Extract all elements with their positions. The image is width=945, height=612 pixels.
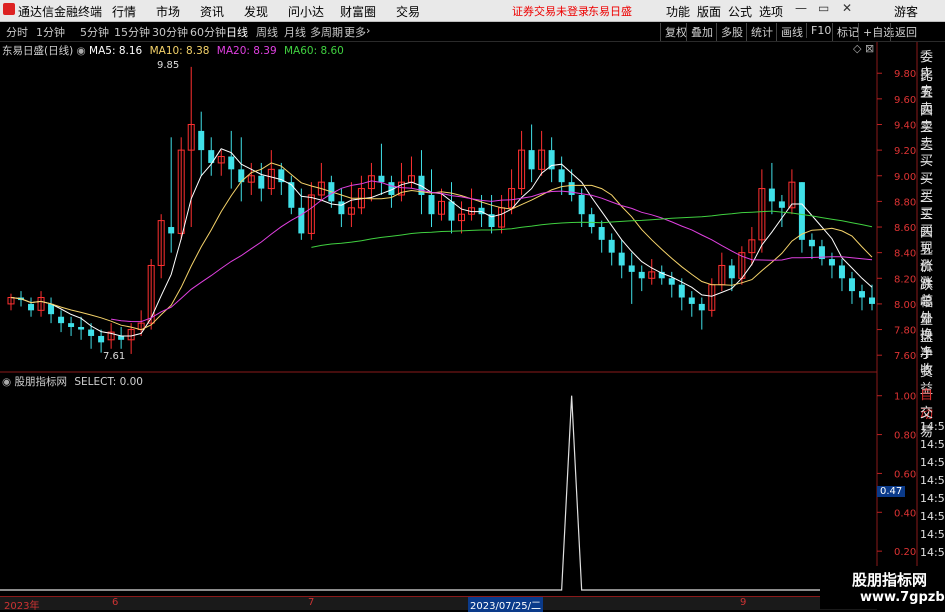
candle-body xyxy=(698,303,705,311)
candle-body xyxy=(78,326,85,330)
candle-body xyxy=(598,227,605,240)
candle-body xyxy=(798,182,805,240)
candle-body xyxy=(558,169,565,183)
trade-tick-label: 14:56 xyxy=(920,474,945,487)
candle-body xyxy=(98,335,105,343)
tick-july: 7 xyxy=(308,597,315,608)
trade-tick-label: 14:56 xyxy=(920,420,945,433)
candle-body xyxy=(808,239,815,247)
candle-body xyxy=(68,323,75,327)
candle-body xyxy=(568,182,575,195)
candle-body xyxy=(728,265,735,279)
candle-body xyxy=(228,156,235,170)
high-annotation: 9.85 xyxy=(157,60,180,71)
chart-frame xyxy=(0,42,918,609)
candle-body xyxy=(88,329,95,336)
price-tick: 8.20 xyxy=(894,274,916,285)
trade-tick-label: 14:56 xyxy=(920,456,945,469)
candle-body xyxy=(768,188,775,202)
quote-panel: 委比 卖五 卖四 卖三 卖二 卖一 买一 买二 买三 买四 买五 现价 涨跌 涨幅 总量 外盘 换手 净资 收益 自动… xyxy=(918,42,945,609)
ma10-line xyxy=(10,162,873,331)
trade-tick-label: 14:56 xyxy=(920,546,945,559)
candle-body xyxy=(618,252,625,266)
candle-body xyxy=(828,259,835,266)
candle-body xyxy=(868,297,875,304)
trade-tick-label: 14:56 xyxy=(920,510,945,523)
price-tick: 9.20 xyxy=(894,146,916,157)
indicator-tick: 0.80 xyxy=(894,431,916,442)
candle-body xyxy=(678,284,685,298)
candles xyxy=(7,66,875,354)
candle-body xyxy=(58,316,65,324)
ma-lines xyxy=(10,148,873,337)
candle-body xyxy=(198,130,205,151)
candle-body xyxy=(608,239,615,253)
tick-year: 2023年 xyxy=(4,601,40,612)
watermark-url: www.7gpzb.com xyxy=(860,590,945,605)
candle-body xyxy=(778,201,785,208)
price-tick: 9.80 xyxy=(894,69,916,80)
indicator-tick: 0.40 xyxy=(894,508,916,519)
candle-body xyxy=(668,278,675,285)
indicator-cursor-value: 0.47 xyxy=(877,486,906,497)
watermark: 股朋指标网 www.7gpzb.com xyxy=(820,566,945,609)
price-tick: 9.60 xyxy=(894,95,916,106)
candle-body xyxy=(838,265,845,279)
price-tick: 8.80 xyxy=(894,197,916,208)
candle-body xyxy=(688,297,695,304)
price-tick: 8.60 xyxy=(894,223,916,234)
cursor-date: 2023/07/25/二 xyxy=(468,597,544,612)
kline-chart: 9.80 9.60 9.40 9.20 9.00 8.80 8.60 8.40 8.20 8.00… xyxy=(0,42,918,609)
candle-body xyxy=(428,194,435,215)
select-line xyxy=(0,395,877,591)
tick-sept: 9 xyxy=(740,597,747,608)
price-axis: 9.80 9.60 9.40 9.20 9.00 8.80 8.60 8.40 8.20 8.00… xyxy=(877,69,916,362)
candle-body xyxy=(338,201,345,215)
candle-body xyxy=(578,194,585,215)
indicator-tick: 0.60 xyxy=(894,469,916,480)
candle-body xyxy=(548,150,555,170)
candle-body xyxy=(258,175,265,189)
ma5-line xyxy=(10,148,873,337)
trade-tick-label: 14:56 xyxy=(920,528,945,541)
price-tick: 7.60 xyxy=(894,351,916,362)
watermark-title: 股朋指标网 xyxy=(852,571,928,589)
candle-body xyxy=(858,291,865,298)
time-axis: 2023年 6 7 2023/07/25/二 9 xyxy=(0,596,877,612)
candle-body xyxy=(628,265,635,272)
candle-body xyxy=(298,207,305,234)
candle-body xyxy=(528,150,535,170)
price-tick: 8.40 xyxy=(894,249,916,260)
indicator-tick: 1.00 xyxy=(894,392,916,403)
candle-body xyxy=(28,303,35,311)
candle-body xyxy=(288,182,295,208)
candle-body xyxy=(638,271,645,279)
candle-body xyxy=(168,227,175,234)
candle-body xyxy=(848,278,855,292)
candle-body xyxy=(118,335,125,340)
indicator-tick: 0.20 xyxy=(894,547,916,558)
candle-body xyxy=(588,214,595,228)
price-tick: 8.00 xyxy=(894,300,916,311)
trade-tick-label: 14:56 xyxy=(920,438,945,451)
indicator-chart: 1.00 0.80 0.60 0.40 0.20 xyxy=(0,392,916,591)
price-tick: 9.40 xyxy=(894,120,916,131)
trade-tick-label: 14:56 xyxy=(920,492,945,505)
price-tick: 9.00 xyxy=(894,172,916,183)
low-annotation: 7.61 xyxy=(103,351,126,362)
tick-june: 6 xyxy=(112,597,119,608)
candle-body xyxy=(448,201,455,221)
candle-body xyxy=(378,175,385,183)
price-tick: 7.80 xyxy=(894,326,916,337)
